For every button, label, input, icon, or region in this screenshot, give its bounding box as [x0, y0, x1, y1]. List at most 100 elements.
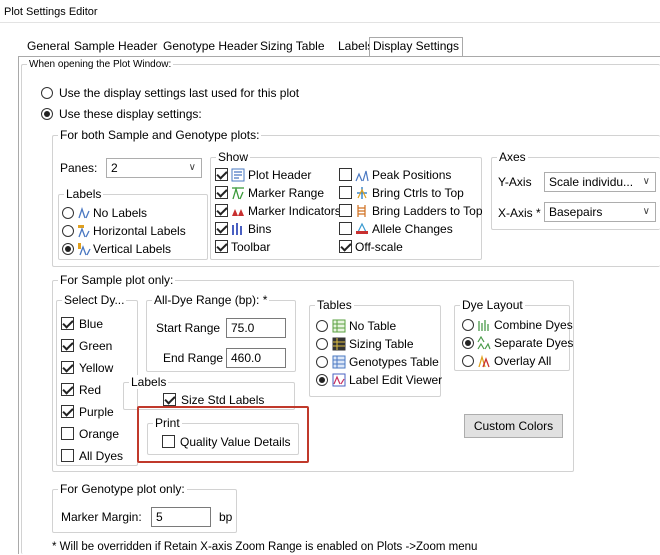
- no-labels-radio[interactable]: [62, 207, 74, 219]
- allele-changes-checkbox[interactable]: [339, 222, 352, 235]
- when-opening-legend: When opening the Plot Window:: [27, 58, 174, 72]
- sizing-table-radio[interactable]: [316, 338, 328, 350]
- y-axis-value: Scale individu...: [549, 175, 634, 189]
- panes-select[interactable]: 2 ∨: [106, 158, 202, 178]
- x-axis-select[interactable]: Basepairs ∨: [544, 202, 656, 222]
- peak-positions-checkbox[interactable]: [339, 168, 352, 181]
- sizing-table-label: Sizing Table: [349, 337, 414, 351]
- custom-colors-button[interactable]: Custom Colors: [464, 414, 563, 438]
- bins-label: Bins: [248, 222, 272, 236]
- tab-genotype-header[interactable]: Genotype Header: [160, 38, 261, 56]
- plot-header-icon: [231, 168, 245, 182]
- labels-legend: Labels: [64, 187, 104, 201]
- sample-labels-legend: Labels: [129, 375, 169, 389]
- bring-ctrls-label: Bring Ctrls to Top: [372, 186, 464, 200]
- window-title: Plot Settings Editor: [4, 6, 98, 18]
- panes-label: Panes:: [60, 161, 98, 175]
- genotypes-table-label: Genotypes Table: [349, 355, 439, 369]
- dye-purple-checkbox[interactable]: [61, 405, 74, 418]
- plot-header-label: Plot Header: [248, 168, 312, 182]
- dye-orange-checkbox[interactable]: [61, 427, 74, 440]
- dye-yellow-checkbox[interactable]: [61, 361, 74, 374]
- no-table-icon: [332, 319, 346, 333]
- y-axis-label: Y-Axis: [498, 175, 532, 189]
- combine-dyes-label: Combine Dyes: [494, 318, 573, 332]
- plot-header-checkbox[interactable]: [215, 168, 228, 181]
- dye-all-checkbox[interactable]: [61, 449, 74, 462]
- dye-green-label: Green: [79, 339, 113, 353]
- all-dye-range-legend: All-Dye Range (bp): *: [152, 293, 270, 307]
- title-separator: [0, 22, 660, 23]
- peak-positions-label: Peak Positions: [372, 168, 452, 182]
- marker-margin-label: Marker Margin:: [61, 510, 142, 524]
- dye-red-checkbox[interactable]: [61, 383, 74, 396]
- dye-blue-checkbox[interactable]: [61, 317, 74, 330]
- bring-ladders-checkbox[interactable]: [339, 204, 352, 217]
- vertical-labels-radio[interactable]: [62, 243, 74, 255]
- genotypes-table-radio[interactable]: [316, 356, 328, 368]
- peak-positions-icon: [355, 170, 369, 182]
- separate-dyes-icon: [477, 336, 491, 350]
- quality-value-details-checkbox[interactable]: [162, 435, 175, 448]
- x-axis-value: Basepairs: [549, 205, 603, 219]
- end-range-input[interactable]: 460.0: [226, 348, 286, 368]
- footnote: * Will be overridden if Retain X-axis Zo…: [52, 541, 478, 553]
- marker-margin-input[interactable]: 5: [151, 507, 211, 527]
- tab-general[interactable]: General: [24, 38, 73, 56]
- no-labels-label: No Labels: [93, 206, 148, 220]
- allele-changes-icon: [356, 222, 368, 235]
- start-range-label: Start Range: [156, 321, 221, 335]
- size-std-labels-checkbox[interactable]: [163, 393, 176, 406]
- y-axis-select[interactable]: Scale individu... ∨: [544, 172, 656, 192]
- overlay-all-label: Overlay All: [494, 354, 552, 368]
- dye-green-checkbox[interactable]: [61, 339, 74, 352]
- marker-indicators-checkbox[interactable]: [215, 204, 228, 217]
- genotypes-table-icon: [332, 355, 346, 369]
- toolbar-checkbox[interactable]: [215, 240, 228, 253]
- print-legend: Print: [153, 416, 182, 430]
- tab-sizing-table[interactable]: Sizing Table: [257, 38, 328, 56]
- dye-yellow-label: Yellow: [79, 361, 114, 375]
- tab-sample-header[interactable]: Sample Header: [71, 38, 160, 56]
- no-labels-icon: [78, 206, 90, 219]
- dye-red-label: Red: [79, 383, 102, 397]
- bring-ctrls-checkbox[interactable]: [339, 186, 352, 199]
- start-range-input[interactable]: 75.0: [226, 318, 286, 338]
- chevron-down-icon: ∨: [188, 162, 196, 173]
- use-these-radio[interactable]: [41, 108, 53, 120]
- dye-orange-label: Orange: [79, 427, 120, 441]
- bring-ladders-label: Bring Ladders to Top: [372, 204, 483, 218]
- dye-blue-label: Blue: [79, 317, 104, 331]
- bring-ladders-icon: [357, 205, 366, 217]
- marker-range-checkbox[interactable]: [215, 186, 228, 199]
- horizontal-labels-icon: [78, 225, 90, 238]
- no-table-label: No Table: [349, 319, 397, 333]
- x-axis-label: X-Axis *: [498, 206, 541, 220]
- combine-dyes-radio[interactable]: [462, 319, 474, 331]
- tab-underline: [18, 56, 660, 57]
- allele-changes-label: Allele Changes: [372, 222, 453, 236]
- tab-display-settings[interactable]: Display Settings: [369, 37, 464, 56]
- marker-indicators-icon: [232, 209, 244, 216]
- bins-checkbox[interactable]: [215, 222, 228, 235]
- label-edit-viewer-radio[interactable]: [316, 374, 328, 386]
- end-range-label: End Range: [163, 351, 224, 365]
- separate-dyes-radio[interactable]: [462, 337, 474, 349]
- use-last-radio[interactable]: [41, 87, 53, 99]
- sizing-table-icon: [332, 337, 346, 351]
- tab-pane-border: [18, 56, 19, 554]
- use-last-label: Use the display settings last used for t…: [59, 86, 300, 100]
- quality-value-details-label: Quality Value Details: [180, 435, 291, 449]
- use-these-label: Use these display settings:: [59, 107, 202, 121]
- bring-ctrls-icon: [357, 187, 367, 199]
- marker-range-label: Marker Range: [248, 186, 325, 200]
- no-table-radio[interactable]: [316, 320, 328, 332]
- off-scale-checkbox[interactable]: [339, 240, 352, 253]
- sample-plot-legend: For Sample plot only:: [58, 273, 176, 287]
- tables-legend: Tables: [315, 298, 354, 312]
- label-edit-viewer-icon: [332, 373, 346, 387]
- horizontal-labels-radio[interactable]: [62, 225, 74, 237]
- overlay-all-radio[interactable]: [462, 355, 474, 367]
- chevron-down-icon: ∨: [642, 176, 650, 187]
- both-plots-legend: For both Sample and Genotype plots:: [58, 128, 262, 142]
